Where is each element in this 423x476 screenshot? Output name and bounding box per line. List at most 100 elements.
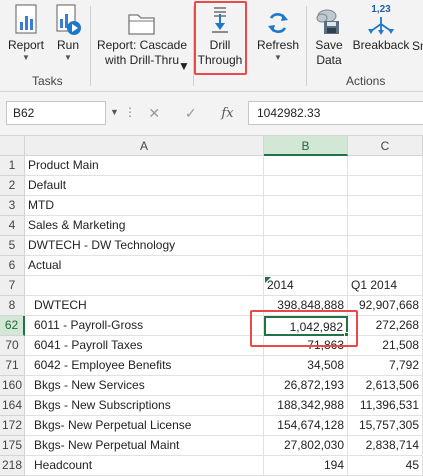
group-label-tasks: Tasks	[32, 74, 63, 88]
chevron-down-icon[interactable]: ▼	[252, 53, 304, 63]
save-data-button[interactable]: Save Data	[310, 2, 348, 68]
row-header[interactable]: 5	[0, 236, 25, 256]
cell-b[interactable]	[264, 156, 348, 176]
cell-a[interactable]: Bkgs- New Perpetual Maint	[25, 436, 264, 456]
row-header[interactable]: 164	[0, 396, 25, 416]
active-cell-highlight	[250, 310, 358, 347]
row-header[interactable]: 175	[0, 436, 25, 456]
folder-icon	[94, 2, 190, 36]
breakback-icon: 1,23	[350, 2, 412, 36]
row-header[interactable]: 172	[0, 416, 25, 436]
cell-a[interactable]: 6011 - Payroll-Gross	[25, 316, 264, 336]
cell-a[interactable]: Product Main	[25, 156, 264, 176]
report-cascade-button[interactable]: Report: Cascade with Drill-Thru	[94, 2, 190, 68]
cell-a[interactable]: MTD	[25, 196, 264, 216]
cell-a[interactable]: 6042 - Employee Benefits	[25, 356, 264, 376]
column-header-a[interactable]: A	[25, 136, 264, 156]
cell-b[interactable]: 34,508	[264, 356, 348, 376]
select-all-corner[interactable]	[0, 136, 25, 156]
cell-c[interactable]: 15,757,305	[348, 416, 423, 436]
row-header[interactable]: 3	[0, 196, 25, 216]
chevron-down-icon[interactable]: ▼	[178, 59, 190, 73]
cell-b[interactable]: 194	[264, 456, 348, 476]
cell-c[interactable]	[348, 216, 423, 236]
row-header[interactable]: 218	[0, 456, 25, 476]
cell-c[interactable]: 45	[348, 456, 423, 476]
column-header-b[interactable]: B	[264, 136, 348, 156]
save-data-label: Save Data	[315, 38, 343, 67]
cell-c[interactable]	[348, 236, 423, 256]
row-header[interactable]: 160	[0, 376, 25, 396]
breakback-button[interactable]: 1,23 Breakback	[350, 2, 412, 53]
column-header-c[interactable]: C	[348, 136, 423, 156]
cell-b[interactable]	[264, 256, 348, 276]
cell-a[interactable]: Bkgs - New Subscriptions	[25, 396, 264, 416]
cell-a[interactable]: Bkgs - New Services	[25, 376, 264, 396]
cell-c[interactable]: 2,613,506	[348, 376, 423, 396]
cell-b[interactable]	[264, 196, 348, 216]
formula-input[interactable]: 1042982.33	[248, 101, 423, 125]
chevron-down-icon[interactable]: ▼	[4, 53, 48, 63]
report-button[interactable]: Report ▼	[4, 2, 48, 63]
cell-a[interactable]	[25, 276, 264, 296]
cell-b[interactable]: 154,674,128	[264, 416, 348, 436]
table-row: 164 Bkgs - New Subscriptions 188,342,988…	[0, 396, 423, 416]
breakback-badge: 1,23	[371, 3, 391, 15]
cell-c[interactable]: 21,508	[348, 336, 423, 356]
row-header[interactable]: 2	[0, 176, 25, 196]
cell-c[interactable]	[348, 256, 423, 276]
row-header[interactable]: 8	[0, 296, 25, 316]
cell-c[interactable]: 92,907,668	[348, 296, 423, 316]
cell-c[interactable]	[348, 156, 423, 176]
refresh-button[interactable]: Refresh ▼	[252, 2, 304, 63]
row-header[interactable]: 70	[0, 336, 25, 356]
table-row: 175 Bkgs- New Perpetual Maint 27,802,030…	[0, 436, 423, 456]
ribbon-divider	[90, 6, 91, 86]
refresh-label: Refresh	[256, 38, 300, 52]
cell-b[interactable]: 27,802,030	[264, 436, 348, 456]
formula-bar: B62 ▼ ⋮ ✕ ✓ fx 1042982.33	[0, 92, 423, 136]
cell-a[interactable]: DWTECH - DW Technology	[25, 236, 264, 256]
chevron-down-icon[interactable]: ▼	[50, 53, 86, 63]
cell-b[interactable]: 188,342,988	[264, 396, 348, 416]
chevron-down-icon[interactable]: ▼	[110, 107, 119, 117]
cell-b[interactable]	[264, 176, 348, 196]
run-label: Run	[56, 38, 79, 52]
cell-c[interactable]: 11,396,531	[348, 396, 423, 416]
cell-b[interactable]	[264, 216, 348, 236]
cell-c[interactable]: 7,792	[348, 356, 423, 376]
name-box[interactable]: B62	[6, 101, 106, 125]
cell-b[interactable]	[264, 236, 348, 256]
cell-a[interactable]: Default	[25, 176, 264, 196]
cancel-icon[interactable]: ✕	[148, 105, 160, 122]
table-row: 7 2014 Q1 2014	[0, 276, 423, 296]
cell-a[interactable]: 6041 - Payroll Taxes	[25, 336, 264, 356]
insert-function-icon[interactable]: fx	[221, 106, 233, 121]
table-row: 5 DWTECH - DW Technology	[0, 236, 423, 256]
row-header[interactable]: 71	[0, 356, 25, 376]
cell-c[interactable]: Q1 2014	[348, 276, 423, 296]
cell-b[interactable]: 2014	[264, 276, 348, 296]
cell-c[interactable]: 2,838,714	[348, 436, 423, 456]
cell-c[interactable]	[348, 196, 423, 216]
cell-a[interactable]: Bkgs- New Perpetual License	[25, 416, 264, 436]
enter-icon[interactable]: ✓	[185, 105, 197, 122]
cell-a[interactable]: DWTECH	[25, 296, 264, 316]
cell-a[interactable]: Sales & Marketing	[25, 216, 264, 236]
cell-a[interactable]: Actual	[25, 256, 264, 276]
truncated-button[interactable]: Sn	[412, 39, 423, 54]
row-header[interactable]: 7	[0, 276, 25, 296]
cell-a[interactable]: Headcount	[25, 456, 264, 476]
run-button[interactable]: Run ▼	[50, 2, 86, 63]
cell-c[interactable]	[348, 176, 423, 196]
table-row: 172 Bkgs- New Perpetual License 154,674,…	[0, 416, 423, 436]
truncated-label: Sn	[412, 39, 423, 53]
row-header[interactable]: 4	[0, 216, 25, 236]
cell-b[interactable]: 26,872,193	[264, 376, 348, 396]
spreadsheet-grid: A B C 1 Product Main 2 Default 3 MTD 4 S…	[0, 136, 423, 476]
row-header[interactable]: 6	[0, 256, 25, 276]
table-row: 4 Sales & Marketing	[0, 216, 423, 236]
cell-c[interactable]: 272,268	[348, 316, 423, 336]
row-header[interactable]: 62	[0, 316, 25, 336]
row-header[interactable]: 1	[0, 156, 25, 176]
